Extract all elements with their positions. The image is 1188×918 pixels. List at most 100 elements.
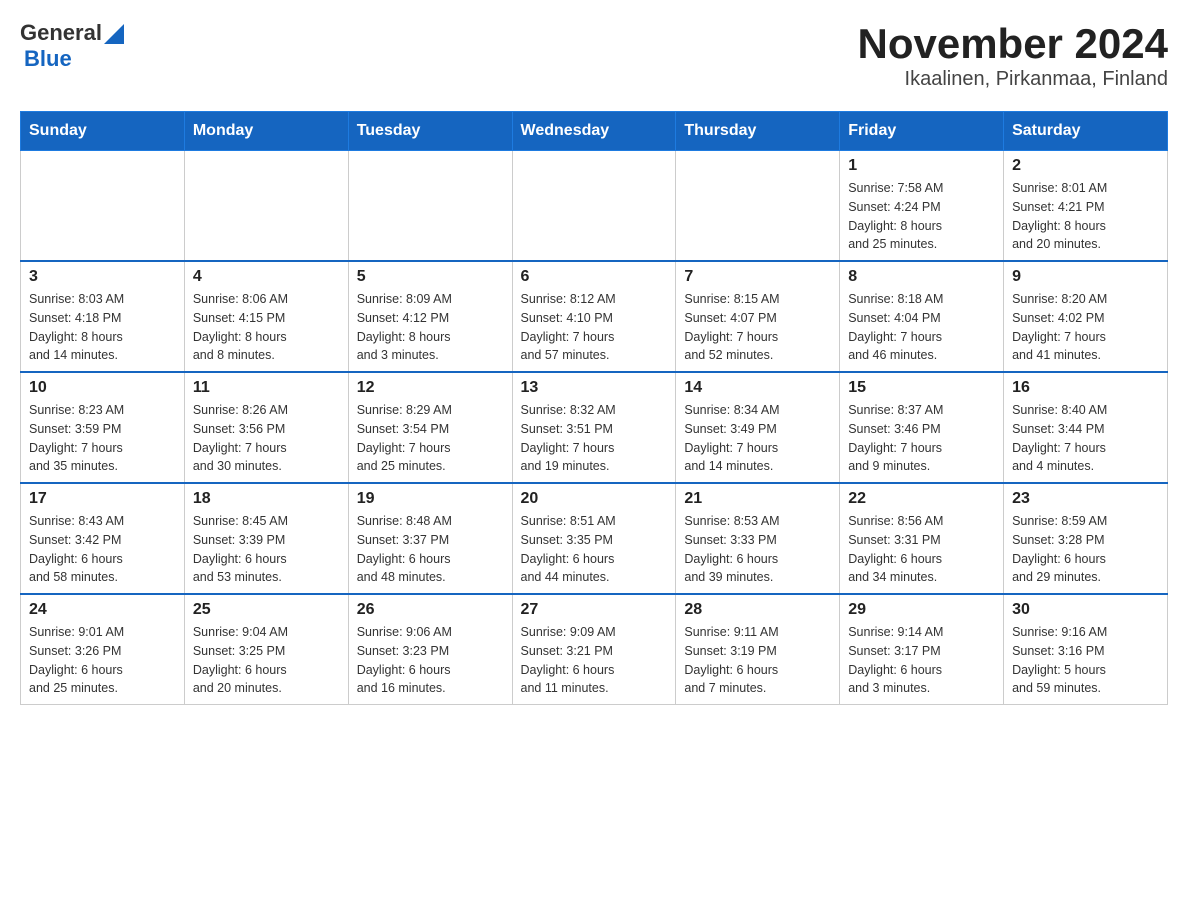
day-number: 29 xyxy=(848,601,995,619)
day-info: Sunrise: 8:32 AMSunset: 3:51 PMDaylight:… xyxy=(521,401,668,476)
calendar-cell: 16Sunrise: 8:40 AMSunset: 3:44 PMDayligh… xyxy=(1004,372,1168,483)
day-number: 8 xyxy=(848,268,995,286)
day-number: 11 xyxy=(193,379,340,397)
day-number: 25 xyxy=(193,601,340,619)
day-info: Sunrise: 9:09 AMSunset: 3:21 PMDaylight:… xyxy=(521,623,668,698)
calendar-cell xyxy=(184,151,348,262)
day-info: Sunrise: 8:53 AMSunset: 3:33 PMDaylight:… xyxy=(684,512,831,587)
week-row-2: 3 Sunrise: 8:03 AMSunset: 4:18 PMDaylight… xyxy=(21,261,1168,372)
header-wednesday: Wednesday xyxy=(512,112,676,151)
week-row-5: 24 Sunrise: 9:01 AMSunset: 3:26 PMDayligh… xyxy=(21,594,1168,705)
calendar-cell: 13 Sunrise: 8:32 AMSunset: 3:51 PMDayligh… xyxy=(512,372,676,483)
day-number: 30 xyxy=(1012,601,1159,619)
day-number: 10 xyxy=(29,379,176,397)
day-info: Sunrise: 8:15 AMSunset: 4:07 PMDaylight:… xyxy=(684,290,831,365)
day-info: Sunrise: 8:37 AMSunset: 3:46 PMDaylight:… xyxy=(848,401,995,476)
day-info: Sunrise: 8:03 AMSunset: 4:18 PMDaylight:… xyxy=(29,290,176,365)
calendar-cell xyxy=(512,151,676,262)
day-number: 19 xyxy=(357,490,504,508)
day-number: 17 xyxy=(29,490,176,508)
calendar-cell: 2Sunrise: 8:01 AMSunset: 4:21 PMDaylight… xyxy=(1004,151,1168,262)
calendar-cell: 14Sunrise: 8:34 AMSunset: 3:49 PMDayligh… xyxy=(676,372,840,483)
calendar-cell: 4Sunrise: 8:06 AMSunset: 4:15 PMDaylight… xyxy=(184,261,348,372)
calendar-subtitle: Ikaalinen, Pirkanmaa, Finland xyxy=(857,68,1168,91)
calendar-title: November 2024 xyxy=(857,20,1168,68)
calendar-cell: 28 Sunrise: 9:11 AMSunset: 3:19 PMDayligh… xyxy=(676,594,840,705)
week-row-1: 1 Sunrise: 7:58 AMSunset: 4:24 PMDaylight… xyxy=(21,151,1168,262)
day-info: Sunrise: 8:12 AMSunset: 4:10 PMDaylight:… xyxy=(521,290,668,365)
day-info: Sunrise: 9:16 AMSunset: 3:16 PMDaylight:… xyxy=(1012,623,1159,698)
day-number: 18 xyxy=(193,490,340,508)
calendar-cell xyxy=(348,151,512,262)
day-info: Sunrise: 9:06 AMSunset: 3:23 PMDaylight:… xyxy=(357,623,504,698)
day-number: 24 xyxy=(29,601,176,619)
calendar-cell: 23 Sunrise: 8:59 AMSunset: 3:28 PMDayligh… xyxy=(1004,483,1168,594)
day-number: 22 xyxy=(848,490,995,508)
day-info: Sunrise: 8:29 AMSunset: 3:54 PMDaylight:… xyxy=(357,401,504,476)
calendar-cell: 5Sunrise: 8:09 AMSunset: 4:12 PMDaylight… xyxy=(348,261,512,372)
day-number: 16 xyxy=(1012,379,1159,397)
calendar-cell: 26 Sunrise: 9:06 AMSunset: 3:23 PMDayligh… xyxy=(348,594,512,705)
day-info: Sunrise: 8:26 AMSunset: 3:56 PMDaylight:… xyxy=(193,401,340,476)
calendar-cell: 12 Sunrise: 8:29 AMSunset: 3:54 PMDayligh… xyxy=(348,372,512,483)
day-number: 1 xyxy=(848,157,995,175)
day-number: 3 xyxy=(29,268,176,286)
day-info: Sunrise: 8:43 AMSunset: 3:42 PMDaylight:… xyxy=(29,512,176,587)
day-info: Sunrise: 9:01 AMSunset: 3:26 PMDaylight:… xyxy=(29,623,176,698)
day-info: Sunrise: 8:59 AMSunset: 3:28 PMDaylight:… xyxy=(1012,512,1159,587)
day-number: 13 xyxy=(521,379,668,397)
logo: General Blue xyxy=(20,20,124,72)
calendar-cell: 22 Sunrise: 8:56 AMSunset: 3:31 PMDayligh… xyxy=(840,483,1004,594)
header-monday: Monday xyxy=(184,112,348,151)
day-info: Sunrise: 8:20 AMSunset: 4:02 PMDaylight:… xyxy=(1012,290,1159,365)
header-tuesday: Tuesday xyxy=(348,112,512,151)
day-number: 7 xyxy=(684,268,831,286)
calendar-cell: 25 Sunrise: 9:04 AMSunset: 3:25 PMDayligh… xyxy=(184,594,348,705)
day-info: Sunrise: 8:23 AMSunset: 3:59 PMDaylight:… xyxy=(29,401,176,476)
logo-triangle-icon xyxy=(104,24,124,44)
day-info: Sunrise: 9:04 AMSunset: 3:25 PMDaylight:… xyxy=(193,623,340,698)
day-info: Sunrise: 8:18 AMSunset: 4:04 PMDaylight:… xyxy=(848,290,995,365)
day-number: 14 xyxy=(684,379,831,397)
day-info: Sunrise: 8:45 AMSunset: 3:39 PMDaylight:… xyxy=(193,512,340,587)
day-number: 21 xyxy=(684,490,831,508)
calendar-body: 1 Sunrise: 7:58 AMSunset: 4:24 PMDaylight… xyxy=(21,151,1168,705)
page-header: General Blue November 2024 Ikaalinen, Pi… xyxy=(20,20,1168,91)
calendar-cell: 1 Sunrise: 7:58 AMSunset: 4:24 PMDaylight… xyxy=(840,151,1004,262)
day-number: 5 xyxy=(357,268,504,286)
day-number: 28 xyxy=(684,601,831,619)
header-sunday: Sunday xyxy=(21,112,185,151)
calendar-cell: 8 Sunrise: 8:18 AMSunset: 4:04 PMDaylight… xyxy=(840,261,1004,372)
day-number: 15 xyxy=(848,379,995,397)
calendar-cell xyxy=(676,151,840,262)
header-saturday: Saturday xyxy=(1004,112,1168,151)
calendar-cell: 19 Sunrise: 8:48 AMSunset: 3:37 PMDayligh… xyxy=(348,483,512,594)
day-number: 6 xyxy=(521,268,668,286)
calendar-cell: 24 Sunrise: 9:01 AMSunset: 3:26 PMDayligh… xyxy=(21,594,185,705)
day-info: Sunrise: 9:11 AMSunset: 3:19 PMDaylight:… xyxy=(684,623,831,698)
calendar-table: SundayMondayTuesdayWednesdayThursdayFrid… xyxy=(20,111,1168,705)
calendar-cell: 29 Sunrise: 9:14 AMSunset: 3:17 PMDayligh… xyxy=(840,594,1004,705)
calendar-cell: 21 Sunrise: 8:53 AMSunset: 3:33 PMDayligh… xyxy=(676,483,840,594)
day-info: Sunrise: 8:56 AMSunset: 3:31 PMDaylight:… xyxy=(848,512,995,587)
calendar-cell: 6 Sunrise: 8:12 AMSunset: 4:10 PMDaylight… xyxy=(512,261,676,372)
day-number: 26 xyxy=(357,601,504,619)
header-thursday: Thursday xyxy=(676,112,840,151)
calendar-cell: 20Sunrise: 8:51 AMSunset: 3:35 PMDayligh… xyxy=(512,483,676,594)
logo-blue-text: Blue xyxy=(24,46,72,71)
day-number: 2 xyxy=(1012,157,1159,175)
calendar-cell: 27 Sunrise: 9:09 AMSunset: 3:21 PMDayligh… xyxy=(512,594,676,705)
calendar-cell: 11 Sunrise: 8:26 AMSunset: 3:56 PMDayligh… xyxy=(184,372,348,483)
day-info: Sunrise: 8:51 AMSunset: 3:35 PMDaylight:… xyxy=(521,512,668,587)
day-number: 9 xyxy=(1012,268,1159,286)
day-number: 27 xyxy=(521,601,668,619)
calendar-cell: 17 Sunrise: 8:43 AMSunset: 3:42 PMDayligh… xyxy=(21,483,185,594)
day-number: 12 xyxy=(357,379,504,397)
day-info: Sunrise: 9:14 AMSunset: 3:17 PMDaylight:… xyxy=(848,623,995,698)
day-info: Sunrise: 7:58 AMSunset: 4:24 PMDaylight:… xyxy=(848,179,995,254)
day-number: 23 xyxy=(1012,490,1159,508)
day-info: Sunrise: 8:06 AMSunset: 4:15 PMDaylight:… xyxy=(193,290,340,365)
calendar-cell: 30 Sunrise: 9:16 AMSunset: 3:16 PMDayligh… xyxy=(1004,594,1168,705)
week-row-3: 10 Sunrise: 8:23 AMSunset: 3:59 PMDayligh… xyxy=(21,372,1168,483)
day-info: Sunrise: 8:48 AMSunset: 3:37 PMDaylight:… xyxy=(357,512,504,587)
